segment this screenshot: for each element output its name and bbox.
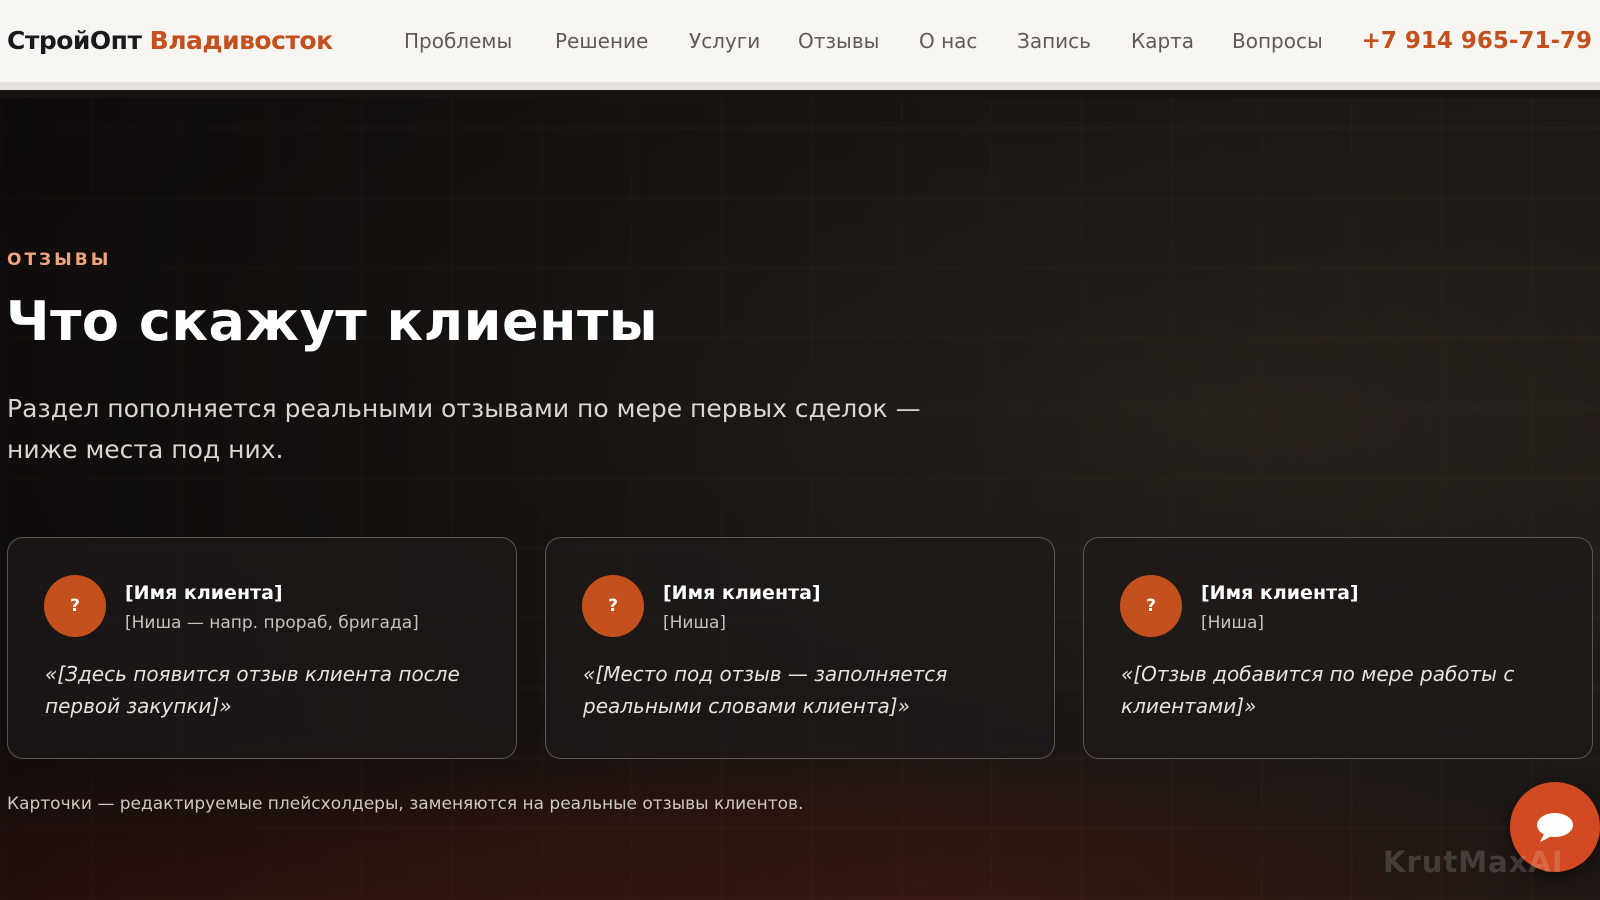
nav-link-map[interactable]: Карта [1131, 29, 1194, 53]
logo-brand: СтройОпт [7, 26, 142, 55]
section-title: Что скажут клиенты [6, 290, 659, 353]
logo[interactable]: СтройОпт Владивосток [7, 26, 333, 55]
review-card: ? [Имя клиента] [Ниша] «[Место под отзыв… [545, 537, 1055, 759]
client-niche: [Ниша] [663, 613, 727, 633]
nav-link-about[interactable]: О нас [919, 29, 977, 53]
nav-link-faq[interactable]: Вопросы [1232, 29, 1323, 53]
logo-city: Владивосток [149, 26, 333, 55]
client-name: [Имя клиента] [1201, 582, 1359, 604]
phone-link[interactable]: +7 914 965-71-79 [1362, 28, 1592, 54]
avatar: ? [1120, 575, 1182, 637]
nav-link-solution[interactable]: Решение [555, 29, 648, 53]
nav-link-services[interactable]: Услуги [689, 29, 760, 53]
client-name: [Имя клиента] [663, 582, 821, 604]
site-header: СтройОпт Владивосток Проблемы Решение Ус… [0, 0, 1600, 90]
review-card: ? [Имя клиента] [Ниша] «[Отзыв добавится… [1083, 537, 1593, 759]
review-card: ? [Имя клиента] [Ниша — напр. прораб, бр… [7, 537, 517, 759]
watermark: KrutMaxAI [1383, 845, 1564, 879]
chat-bubble-icon [1537, 813, 1573, 842]
review-quote: «[Здесь появится отзыв клиента после пер… [45, 662, 460, 718]
client-niche: [Ниша — напр. прораб, бригада] [125, 613, 419, 633]
nav-link-reviews[interactable]: Отзывы [798, 29, 879, 53]
review-quote: «[Место под отзыв — заполняется реальным… [583, 662, 948, 718]
avatar: ? [582, 575, 644, 637]
client-name: [Имя клиента] [125, 582, 283, 604]
avatar: ? [44, 575, 106, 637]
review-quote: «[Отзыв добавится по мере работы с клиен… [1121, 662, 1515, 718]
section-lead: Раздел пополняется реальными отзывами по… [7, 394, 921, 464]
reviews-section [0, 98, 1600, 900]
client-niche: [Ниша] [1201, 613, 1265, 633]
section-eyebrow: ОТЗЫВЫ [7, 250, 112, 270]
placeholder-note: Карточки — редактируемые плейсхолдеры, з… [7, 794, 804, 814]
nav-link-booking[interactable]: Запись [1017, 29, 1091, 53]
nav-link-problems[interactable]: Проблемы [404, 29, 512, 53]
